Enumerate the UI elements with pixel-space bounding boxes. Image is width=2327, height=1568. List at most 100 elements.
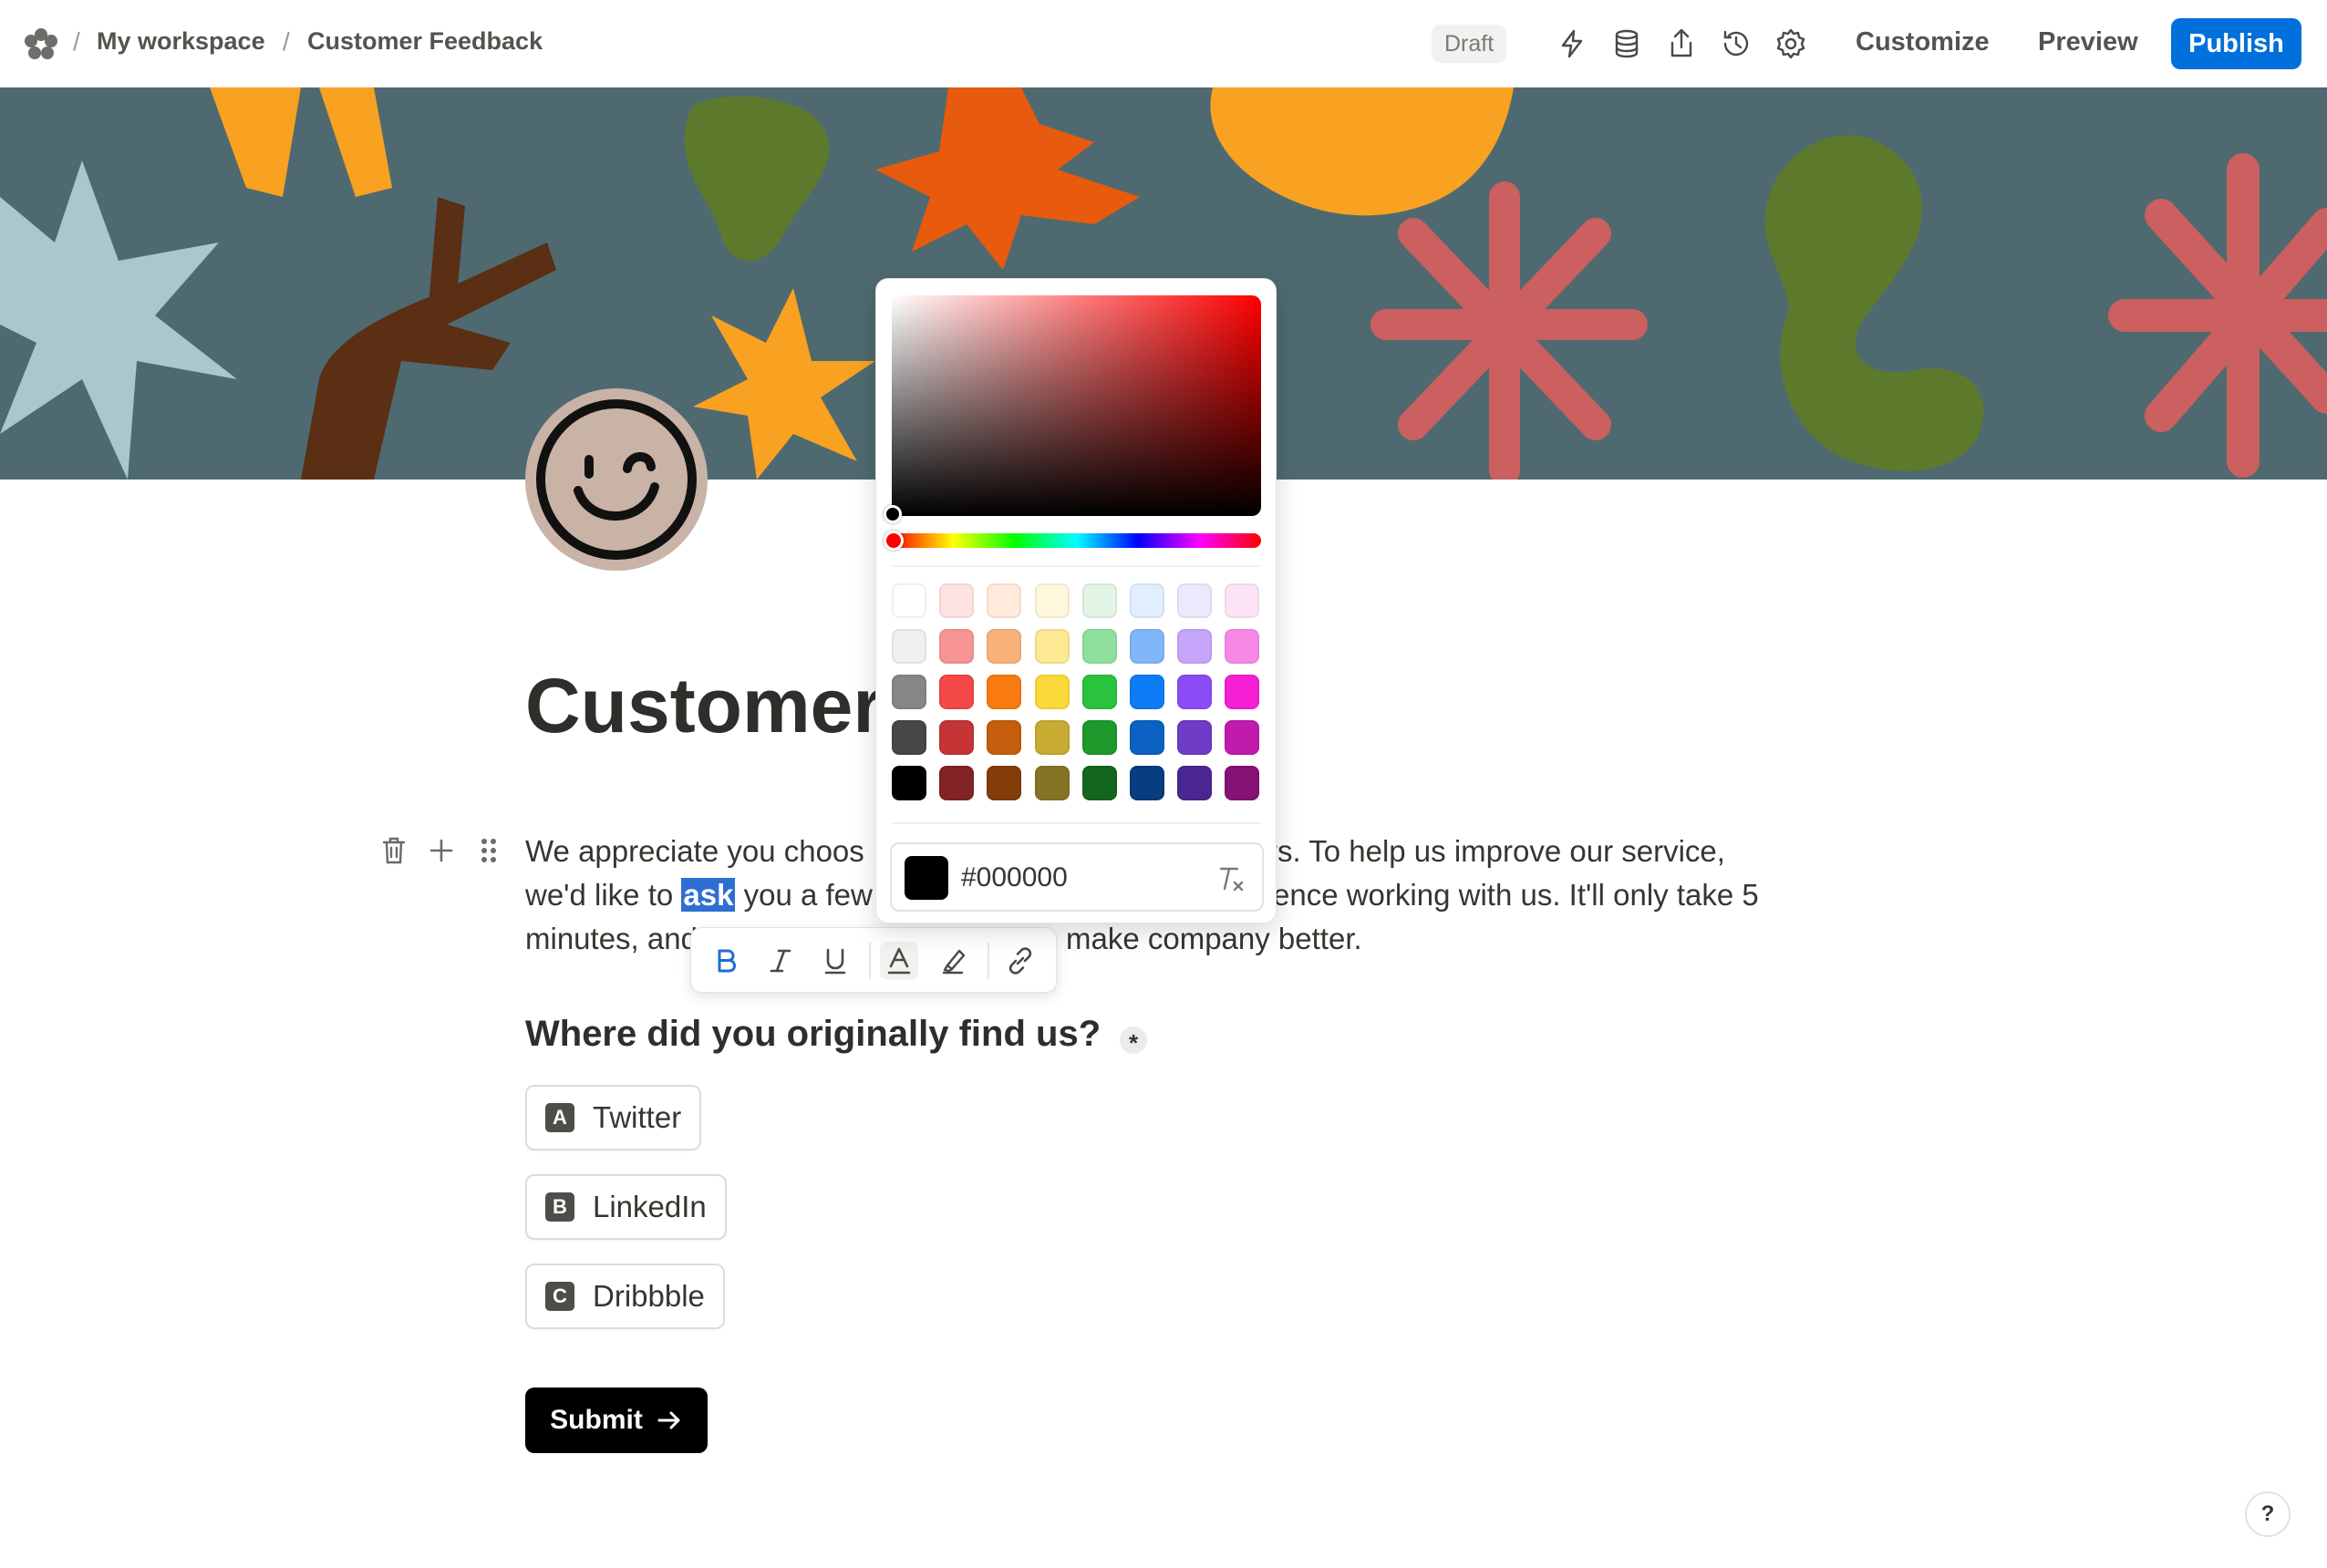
color-swatch[interactable] bbox=[1177, 583, 1212, 618]
color-swatch[interactable] bbox=[1035, 629, 1070, 664]
trash-icon[interactable] bbox=[377, 833, 411, 868]
color-swatch[interactable] bbox=[1082, 583, 1117, 618]
breadcrumb-workspace[interactable]: My workspace bbox=[97, 27, 265, 56]
color-swatch[interactable] bbox=[987, 583, 1021, 618]
color-swatch[interactable] bbox=[892, 720, 926, 755]
color-swatch[interactable] bbox=[939, 629, 974, 664]
color-swatch[interactable] bbox=[1082, 675, 1117, 709]
hue-slider-handle[interactable] bbox=[884, 531, 904, 551]
choice-option[interactable]: A Twitter bbox=[525, 1085, 702, 1150]
current-color-chip bbox=[905, 856, 948, 900]
choice-label: Twitter bbox=[593, 1100, 682, 1134]
underline-icon[interactable] bbox=[816, 942, 854, 980]
saturation-value-area[interactable] bbox=[892, 295, 1261, 516]
color-swatch[interactable] bbox=[1035, 583, 1070, 618]
color-swatch[interactable] bbox=[1082, 720, 1117, 755]
gear-icon[interactable] bbox=[1773, 26, 1809, 62]
top-bar: / My workspace / Customer Feedback Draft… bbox=[0, 0, 2327, 88]
color-swatch[interactable] bbox=[892, 583, 926, 618]
choice-label: LinkedIn bbox=[593, 1190, 707, 1223]
color-swatch[interactable] bbox=[1130, 766, 1164, 800]
drag-handle-icon[interactable] bbox=[471, 833, 506, 868]
color-swatch[interactable] bbox=[1177, 720, 1212, 755]
intro-text: make company better. bbox=[1066, 922, 1362, 955]
color-swatch[interactable] bbox=[1177, 766, 1212, 800]
toolbar-divider bbox=[988, 943, 989, 979]
winking-face-icon bbox=[536, 399, 697, 560]
color-swatch[interactable] bbox=[1130, 583, 1164, 618]
database-icon[interactable] bbox=[1608, 26, 1645, 62]
form-logo-avatar[interactable] bbox=[525, 388, 708, 571]
color-swatch[interactable] bbox=[1082, 766, 1117, 800]
color-swatch[interactable] bbox=[987, 766, 1021, 800]
intro-text: we'd like to bbox=[525, 878, 682, 912]
color-swatch[interactable] bbox=[939, 583, 974, 618]
breadcrumb-page[interactable]: Customer Feedback bbox=[307, 27, 543, 56]
workspace-logo-icon[interactable] bbox=[22, 26, 60, 64]
color-swatch[interactable] bbox=[939, 766, 974, 800]
color-swatch[interactable] bbox=[939, 720, 974, 755]
color-swatch[interactable] bbox=[1130, 629, 1164, 664]
clear-format-icon[interactable] bbox=[1213, 861, 1249, 897]
choice-label: Dribbble bbox=[593, 1279, 705, 1313]
color-swatch[interactable] bbox=[1035, 675, 1070, 709]
color-swatch[interactable] bbox=[1225, 675, 1259, 709]
color-swatch[interactable] bbox=[1177, 629, 1212, 664]
color-swatch[interactable] bbox=[939, 675, 974, 709]
color-swatch[interactable] bbox=[1035, 766, 1070, 800]
share-icon[interactable] bbox=[1663, 26, 1700, 62]
color-swatch[interactable] bbox=[1225, 720, 1259, 755]
link-icon[interactable] bbox=[1001, 942, 1039, 980]
choice-key: A bbox=[545, 1103, 574, 1132]
italic-icon[interactable] bbox=[761, 942, 800, 980]
page-title[interactable]: Customer bbox=[525, 662, 883, 750]
help-button[interactable]: ? bbox=[2245, 1491, 2291, 1537]
color-swatch[interactable] bbox=[1225, 583, 1259, 618]
toolbar-divider bbox=[869, 943, 871, 979]
hex-value[interactable]: #000000 bbox=[961, 862, 1068, 893]
picker-divider bbox=[892, 822, 1261, 824]
color-swatch[interactable] bbox=[1082, 629, 1117, 664]
required-badge[interactable]: * bbox=[1120, 1026, 1147, 1057]
color-swatch[interactable] bbox=[987, 720, 1021, 755]
text-format-toolbar bbox=[690, 927, 1057, 993]
hex-input-field[interactable]: #000000 bbox=[890, 842, 1264, 912]
color-cursor-handle[interactable] bbox=[884, 505, 902, 523]
breadcrumb-separator: / bbox=[283, 27, 290, 56]
submit-label: Submit bbox=[550, 1405, 643, 1435]
question-title[interactable]: Where did you originally find us? bbox=[525, 1014, 1101, 1055]
color-swatch[interactable] bbox=[1130, 720, 1164, 755]
preview-button[interactable]: Preview bbox=[2038, 27, 2138, 57]
submit-button[interactable]: Submit bbox=[525, 1387, 708, 1453]
plus-icon[interactable] bbox=[424, 833, 459, 868]
publish-button[interactable]: Publish bbox=[2171, 18, 2301, 69]
color-swatch[interactable] bbox=[892, 766, 926, 800]
customize-button[interactable]: Customize bbox=[1856, 27, 1990, 57]
bold-icon[interactable] bbox=[707, 942, 745, 980]
color-swatch[interactable] bbox=[892, 629, 926, 664]
choice-key: C bbox=[545, 1282, 574, 1311]
breadcrumb-separator: / bbox=[73, 27, 80, 56]
color-swatch[interactable] bbox=[1225, 766, 1259, 800]
color-picker-popover: #000000 bbox=[875, 278, 1277, 923]
color-swatch[interactable] bbox=[1035, 720, 1070, 755]
selected-text[interactable]: ask bbox=[681, 878, 736, 912]
hue-slider[interactable] bbox=[892, 533, 1261, 548]
color-swatch[interactable] bbox=[892, 675, 926, 709]
lightning-icon[interactable] bbox=[1554, 26, 1590, 62]
color-swatch[interactable] bbox=[1177, 675, 1212, 709]
picker-divider bbox=[892, 565, 1261, 567]
choice-option[interactable]: C Dribbble bbox=[525, 1264, 725, 1329]
choice-option[interactable]: B LinkedIn bbox=[525, 1174, 727, 1240]
intro-text: We appreciate you choos bbox=[525, 834, 864, 868]
history-icon[interactable] bbox=[1718, 26, 1754, 62]
color-swatch[interactable] bbox=[987, 675, 1021, 709]
choice-key: B bbox=[545, 1192, 574, 1222]
text-color-icon[interactable] bbox=[880, 942, 918, 980]
arrow-right-icon bbox=[657, 1411, 680, 1429]
highlight-icon[interactable] bbox=[935, 942, 973, 980]
color-swatch[interactable] bbox=[987, 629, 1021, 664]
color-swatch[interactable] bbox=[1130, 675, 1164, 709]
color-swatch[interactable] bbox=[1225, 629, 1259, 664]
intro-text: minutes, and bbox=[525, 922, 698, 955]
